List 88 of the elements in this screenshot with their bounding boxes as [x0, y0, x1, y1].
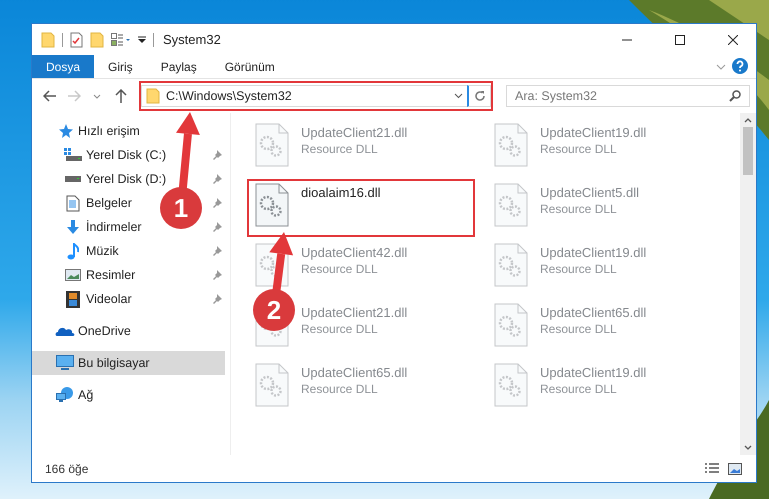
list-icon: [704, 462, 720, 474]
search-field[interactable]: Ara: System32: [506, 85, 750, 107]
sidebar-item[interactable]: Bu bilgisayar: [32, 351, 225, 375]
dll-file-icon: [494, 183, 528, 227]
file-type: Resource DLL: [540, 382, 618, 396]
sidebar-item[interactable]: OneDrive: [32, 319, 225, 343]
file-type: Resource DLL: [301, 262, 379, 276]
file-name: UpdateClient65.dll: [301, 365, 408, 380]
help-icon[interactable]: [732, 58, 748, 74]
file-item[interactable]: UpdateClient5.dll Resource DLL: [486, 179, 714, 237]
callout-badge: 2: [253, 289, 295, 331]
dll-file-icon: [494, 123, 528, 167]
refresh-button[interactable]: [467, 85, 491, 107]
document-icon: [66, 194, 80, 212]
scroll-down-icon[interactable]: [744, 445, 752, 451]
music-note-icon: [67, 242, 79, 260]
file-name: UpdateClient65.dll: [540, 305, 646, 320]
expand-ribbon-icon[interactable]: [716, 64, 726, 70]
file-name: dioalaim16.dll: [301, 185, 380, 200]
file-type: Resource DLL: [540, 142, 618, 156]
left-arrow-icon: [42, 90, 57, 102]
ribbon-tab[interactable]: Görünüm: [210, 55, 289, 78]
down-arrow-icon: [65, 219, 81, 235]
dropdown-caret-icon[interactable]: [454, 93, 463, 99]
file-type: Resource DLL: [301, 142, 379, 156]
file-item[interactable]: UpdateClient65.dll Resource DLL: [486, 299, 714, 357]
file-name: UpdateClient5.dll: [540, 185, 640, 200]
new-folder-icon: [90, 32, 104, 48]
sidebar-item[interactable]: Resimler: [32, 263, 225, 287]
file-name: UpdateClient19.dll: [540, 365, 646, 380]
refresh-icon: [474, 90, 486, 102]
item-count: 166 öğe: [45, 462, 90, 476]
up-arrow-icon: [115, 89, 128, 103]
search-icon: [729, 90, 741, 102]
monitor-icon: [56, 355, 74, 371]
folder-icon: [146, 88, 160, 104]
folder-icon: [41, 32, 55, 48]
file-type: Resource DLL: [540, 262, 618, 276]
dll-file-icon: [494, 243, 528, 287]
sidebar-item[interactable]: Yerel Disk (C:): [32, 143, 225, 167]
file-item[interactable]: UpdateClient19.dll Resource DLL: [486, 359, 714, 417]
film-icon: [66, 290, 80, 308]
sidebar-item[interactable]: Ağ: [32, 383, 225, 407]
drive-icon: [64, 175, 82, 183]
network-icon: [56, 387, 74, 403]
picture-icon: [728, 462, 742, 474]
picture-icon: [65, 269, 81, 281]
file-type: Resource DLL: [301, 322, 379, 336]
ribbon-tab[interactable]: Dosya: [32, 55, 94, 78]
customize-caret-icon[interactable]: [138, 36, 146, 44]
star-icon: [57, 123, 73, 139]
view-dropdown-icon[interactable]: [111, 32, 131, 46]
file-item[interactable]: UpdateClient19.dll Resource DLL: [486, 119, 714, 177]
file-item[interactable]: UpdateClient19.dll Resource DLL: [486, 239, 714, 297]
ribbon-tab[interactable]: Giriş: [94, 55, 147, 78]
maximize-icon: [675, 34, 685, 44]
file-name: UpdateClient42.dll: [301, 245, 408, 260]
file-item[interactable]: dioalaim16.dll: [247, 179, 475, 237]
file-item[interactable]: UpdateClient21.dll Resource DLL: [247, 119, 475, 177]
file-name: UpdateClient21.dll: [301, 125, 408, 140]
sidebar-item[interactable]: Hızlı erişim: [32, 119, 225, 143]
close-icon: [728, 34, 738, 44]
chevron-down-icon: [93, 94, 102, 98]
scrollbar[interactable]: [740, 113, 756, 455]
dll-file-icon: [255, 363, 289, 407]
sidebar-item[interactable]: Videolar: [32, 287, 225, 311]
window-title: System32: [163, 32, 222, 47]
address-field[interactable]: C:\Windows\System32: [141, 85, 467, 107]
ribbon-tab[interactable]: Paylaş: [146, 55, 211, 78]
dll-file-icon: [494, 303, 528, 347]
drive-icon: [64, 148, 82, 162]
file-name: UpdateClient19.dll: [540, 245, 646, 260]
dll-file-icon: [494, 363, 528, 407]
scroll-up-icon[interactable]: [744, 117, 752, 123]
callout-badge: 1: [160, 187, 202, 229]
dll-file-icon: [255, 123, 289, 167]
file-name: UpdateClient19.dll: [540, 125, 646, 140]
file-type: Resource DLL: [540, 202, 618, 216]
file-type: Resource DLL: [540, 322, 618, 336]
sidebar-item[interactable]: Müzik: [32, 239, 225, 263]
properties-icon[interactable]: [70, 32, 83, 48]
scrollbar-thumb[interactable]: [743, 127, 753, 175]
cloud-icon: [55, 325, 75, 337]
file-name: UpdateClient21.dll: [301, 305, 408, 320]
file-type: Resource DLL: [301, 382, 379, 396]
right-arrow-icon: [66, 90, 81, 102]
dll-file-icon: [255, 183, 289, 227]
file-item[interactable]: UpdateClient65.dll Resource DLL: [247, 359, 475, 417]
